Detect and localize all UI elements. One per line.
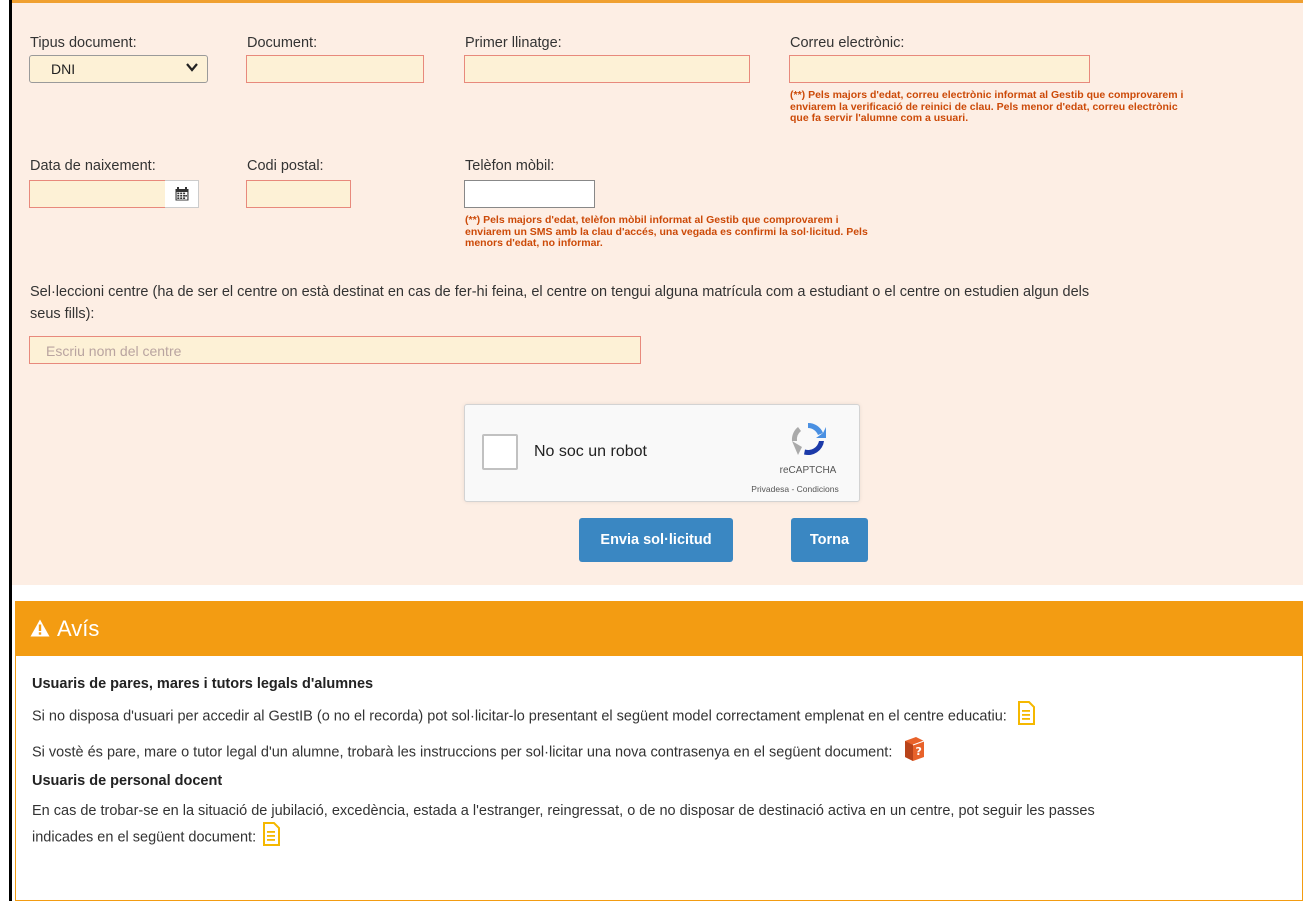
document-label: Document: [247, 35, 318, 51]
warning-icon [30, 619, 50, 637]
primer-llinatge-input[interactable] [464, 55, 750, 83]
recaptcha-logo-icon [791, 422, 826, 456]
correu-note: (**) Pels majors d'edat, correu electròn… [790, 89, 1184, 124]
section-parents-heading: Usuaris de pares, mares i tutors legals … [32, 676, 374, 692]
recaptcha-links[interactable]: Privadesa - Condicions [735, 484, 855, 494]
data-naixement-input[interactable] [29, 180, 166, 208]
section-teachers-paragraph: En cas de trobar-se en la situació de ju… [32, 800, 1294, 853]
notice-title: Avís [57, 616, 100, 641]
centre-placeholder: Escriu nom del centre [46, 343, 182, 359]
calendar-button[interactable] [165, 180, 199, 208]
back-button[interactable]: Torna [791, 518, 868, 562]
tipus-document-select[interactable]: DNI [29, 55, 208, 83]
svg-text:?: ? [916, 745, 922, 758]
submit-button[interactable]: Envia sol·licitud [579, 518, 733, 562]
correu-label: Correu electrònic: [790, 35, 905, 51]
centre-label: Sel·leccioni centre (ha de ser el centre… [30, 284, 1090, 322]
request-form: Tipus document: DNI Document: Primer lli… [12, 0, 1303, 585]
recaptcha-brand: reCAPTCHA [779, 465, 837, 476]
document-input[interactable] [246, 55, 424, 83]
recaptcha-label: No soc un robot [534, 443, 647, 460]
codi-postal-input[interactable] [246, 180, 351, 208]
correu-input[interactable] [789, 55, 1090, 83]
document-icon[interactable] [1017, 701, 1035, 732]
telefon-note: (**) Pels majors d'edat, telèfon mòbil i… [465, 214, 868, 249]
tipus-document-value: DNI [51, 61, 76, 77]
section-parents-paragraph-1: Si no disposa d'usuari per accedir al Ge… [32, 701, 1035, 732]
codi-postal-label: Codi postal: [247, 158, 324, 174]
tipus-document-label: Tipus document: [30, 35, 137, 51]
recaptcha-widget: No soc un robot reCAPTCHA Privadesa - Co… [464, 404, 860, 502]
calendar-icon [175, 187, 189, 201]
section-teachers-heading: Usuaris de personal docent [32, 773, 223, 789]
notice-header: Avís [16, 602, 1302, 656]
notice-panel: Avís Usuaris de pares, mares i tutors le… [15, 601, 1303, 901]
chevron-down-icon [186, 63, 198, 72]
recaptcha-checkbox[interactable] [482, 434, 518, 470]
document-icon[interactable] [262, 822, 281, 853]
centre-search-input[interactable]: Escriu nom del centre [29, 336, 641, 364]
primer-llinatge-label: Primer llinatge: [465, 35, 562, 51]
telefon-label: Telèfon mòbil: [465, 158, 555, 174]
section-parents-paragraph-2: Si vostè és pare, mare o tutor legal d'u… [32, 736, 926, 769]
telefon-input[interactable] [464, 180, 595, 208]
data-naixement-label: Data de naixement: [30, 158, 156, 174]
help-book-icon[interactable]: ? [902, 736, 926, 769]
